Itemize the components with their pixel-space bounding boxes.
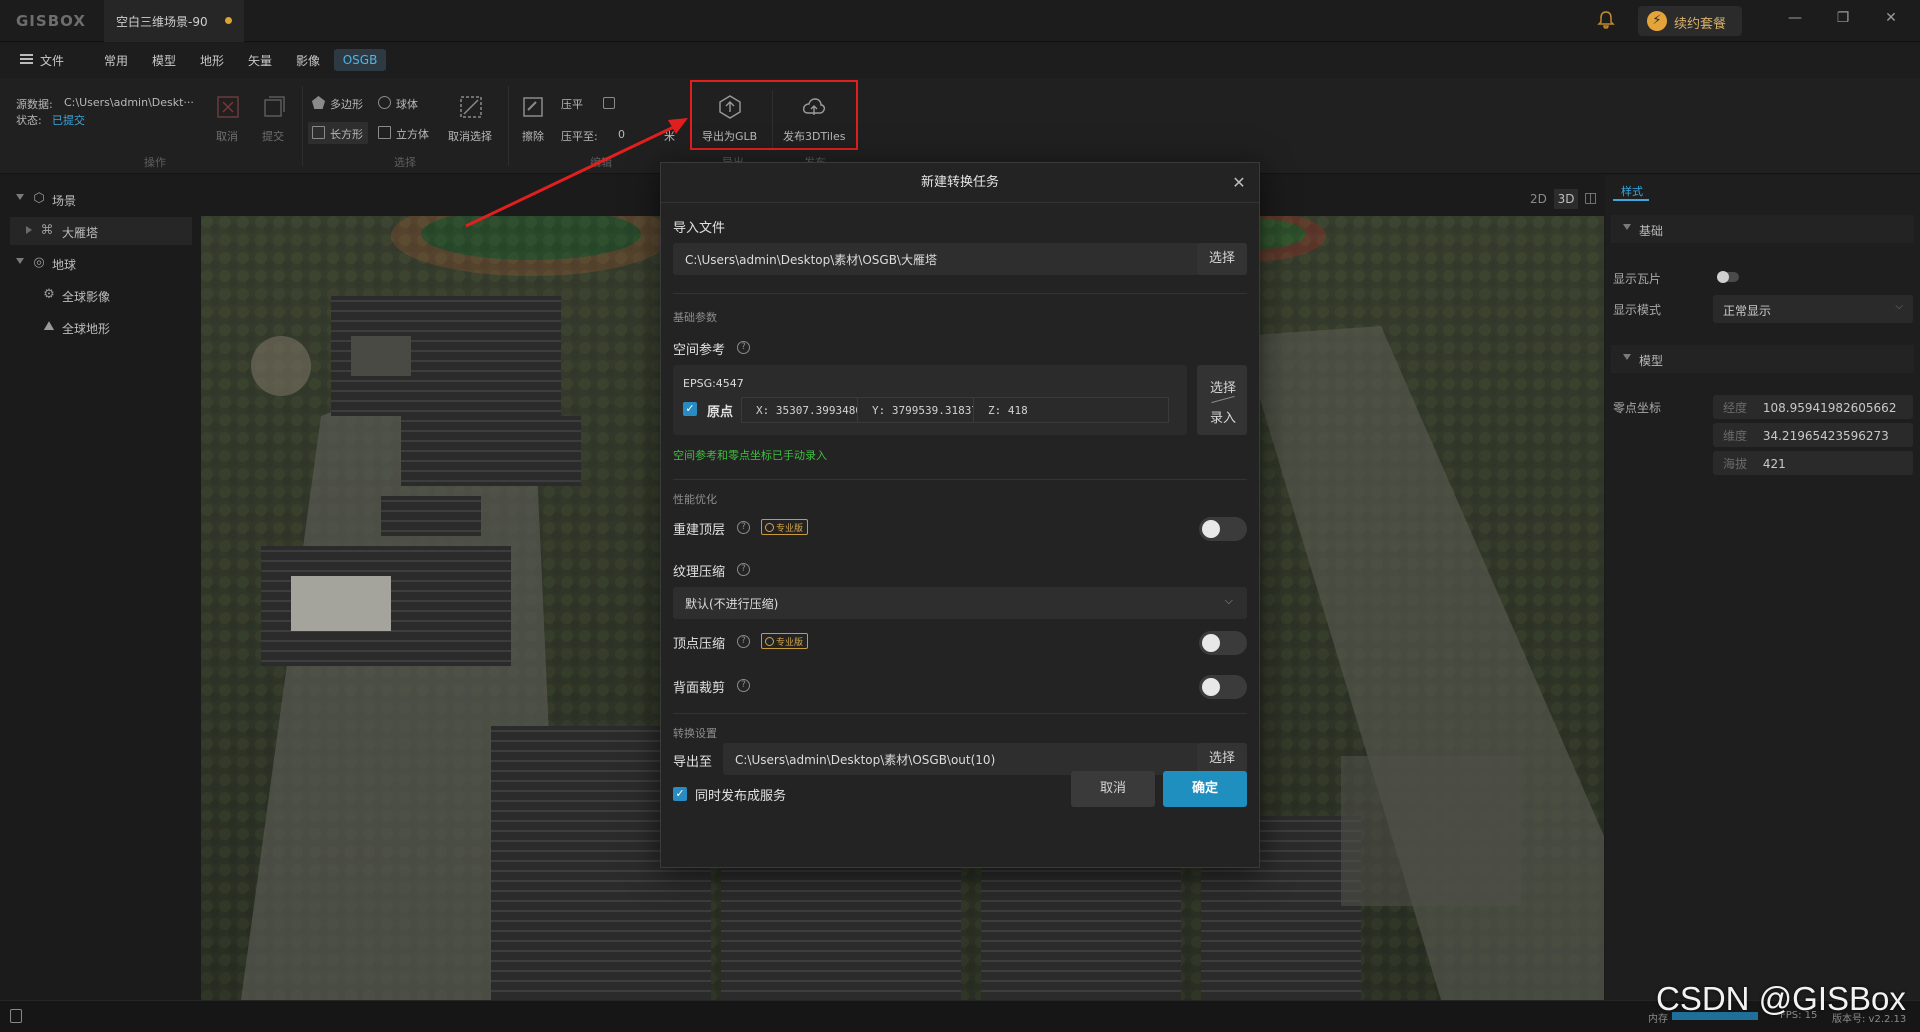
origin-z-field[interactable]: Z: 418 <box>973 397 1169 423</box>
section-performance: 性能优化 <box>673 493 717 506</box>
origin-label: 原点 <box>707 405 734 420</box>
publish-service-label: 同时发布成服务 <box>695 789 787 804</box>
texture-compress-select[interactable]: 默认(不进行压缩) ⌵ <box>673 587 1247 619</box>
help-icon[interactable]: ? <box>737 635 750 648</box>
origin-x-field[interactable]: X: 35307.39934809 <box>741 397 869 423</box>
section-basic-params: 基础参数 <box>673 311 717 324</box>
publish-service-checkbox[interactable]: ✓ <box>673 787 687 801</box>
import-file-path[interactable]: C:\Users\admin\Desktop\素材\OSGB\大雁塔 <box>673 243 1199 275</box>
help-icon[interactable]: ? <box>737 679 750 692</box>
divider <box>673 713 1247 714</box>
watermark: CSDN @GISBox <box>1656 980 1906 1017</box>
rebuild-top-label: 重建顶层 <box>673 523 726 538</box>
chevron-down-icon: ⌵ <box>1224 594 1233 607</box>
vertex-compress-label: 顶点压缩 <box>673 637 726 652</box>
texture-compress-label: 纹理压缩 <box>673 565 726 580</box>
spatial-hint-text: 空间参考和零点坐标已手动录入 <box>673 449 827 462</box>
input-label: 录入 <box>1210 411 1237 426</box>
origin-y-field[interactable]: Y: 3799539.318374 <box>857 397 985 423</box>
dialog-header: 新建转换任务 ✕ <box>661 163 1259 203</box>
slash-divider <box>1211 395 1235 404</box>
ok-button[interactable]: 确定 <box>1163 771 1247 807</box>
divider <box>673 293 1247 294</box>
spatial-ref-box: EPSG:4547 ✓ 原点 X: 35307.39934809 Y: 3799… <box>673 365 1187 435</box>
spatial-ref-label: 空间参考 <box>673 343 726 358</box>
new-conversion-task-dialog: 新建转换任务 ✕ 导入文件 C:\Users\admin\Desktop\素材\… <box>660 162 1260 868</box>
cancel-button[interactable]: 取消 <box>1071 771 1155 807</box>
pro-badge: 专业版 <box>761 519 809 535</box>
pro-badge: 专业版 <box>761 633 809 649</box>
origin-checkbox[interactable]: ✓ <box>683 402 697 416</box>
rebuild-top-toggle[interactable] <box>1199 517 1247 541</box>
backface-cull-toggle[interactable] <box>1199 675 1247 699</box>
help-icon[interactable]: ? <box>737 563 750 576</box>
divider <box>673 479 1247 480</box>
vertex-compress-toggle[interactable] <box>1199 631 1247 655</box>
select-label: 选择 <box>1210 381 1237 396</box>
section-convert-settings: 转换设置 <box>673 727 717 740</box>
import-file-label: 导入文件 <box>673 221 726 236</box>
help-icon[interactable]: ? <box>737 341 750 354</box>
texture-compress-value: 默认(不进行压缩) <box>685 597 779 611</box>
close-icon[interactable]: ✕ <box>1229 173 1249 193</box>
import-select-button[interactable]: 选择 <box>1197 243 1247 275</box>
backface-cull-label: 背面裁剪 <box>673 681 726 696</box>
help-icon[interactable]: ? <box>737 521 750 534</box>
export-to-label: 导出至 <box>673 755 713 770</box>
spatial-select-input-button[interactable]: 选择 录入 <box>1197 365 1247 435</box>
dialog-title: 新建转换任务 <box>920 175 999 190</box>
epsg-code[interactable]: EPSG:4547 <box>683 377 744 390</box>
